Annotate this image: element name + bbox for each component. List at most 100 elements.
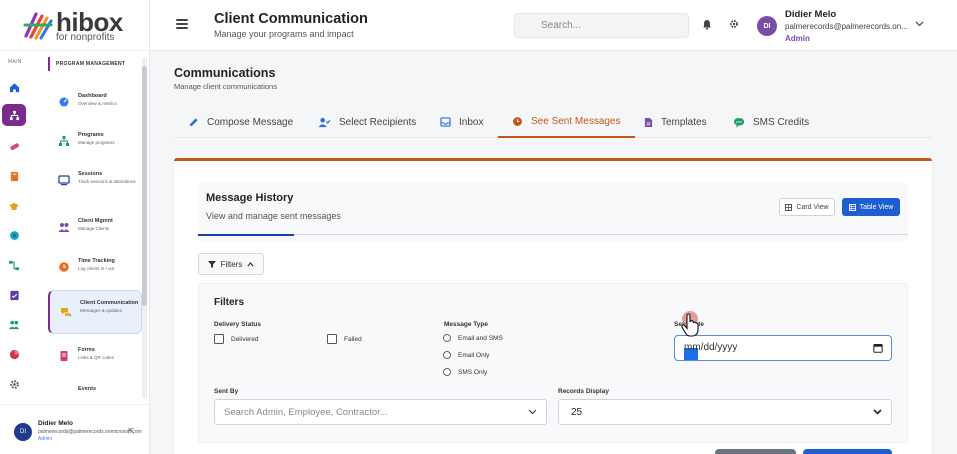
rail-flow-icon[interactable] [2, 254, 26, 276]
message-history-card: Message History View and manage sent mes… [174, 158, 932, 454]
table-icon [848, 203, 856, 211]
filters-toggle-label: Filters [220, 259, 243, 269]
filters-panel: Filters Delivery Status Delivered Failed… [198, 283, 908, 443]
filter-icon [207, 260, 216, 268]
tab-see-sent-messages[interactable]: See Sent Messages [498, 106, 635, 138]
submenu-item-label: Client Mgmnt [78, 218, 113, 224]
header-user-role: Admin [785, 34, 810, 43]
chevron-down-icon [528, 409, 537, 415]
radio-label: SMS Only [458, 368, 488, 376]
submenu-item-sessions[interactable]: Sessions Track sessions & attendance [48, 161, 142, 201]
rail-org-chart-icon[interactable] [2, 104, 26, 126]
submenu-item-client-mgmnt[interactable]: Client Mgmnt Manage Clients [48, 208, 142, 248]
chevron-down-icon [873, 409, 882, 415]
sent-by-select[interactable]: Search Admin, Employee, Contractor... [214, 399, 547, 425]
file-icon [644, 117, 653, 127]
chevron-down-icon[interactable] [915, 21, 924, 27]
checkbox-label: Delivered [231, 335, 259, 343]
submenu-item-desc: Links & QR codes [78, 355, 115, 360]
date-placeholder: mm/dd/yyyy [684, 342, 738, 353]
radio-label: Email Only [458, 351, 490, 359]
sent-date-input[interactable]: mm/dd/yyyy [674, 335, 892, 361]
rail-clipboard-icon[interactable] [2, 284, 26, 306]
form-icon [60, 351, 68, 361]
submenu-item-dashboard[interactable]: Dashboard Overview & metrics [48, 83, 142, 123]
bell-icon[interactable] [702, 19, 712, 30]
submenu-item-forms[interactable]: Forms Links & QR codes [48, 337, 142, 377]
card-view-button[interactable]: Card View [779, 198, 835, 216]
tab-inbox[interactable]: Inbox [426, 106, 497, 138]
tab-select-recipients[interactable]: Select Recipients [304, 106, 430, 138]
rail-people-icon[interactable] [2, 313, 26, 335]
message-type-label: Message Type [444, 321, 488, 328]
submenu-item-time-tracking[interactable]: Time Tracking Log clients in / out [48, 248, 142, 288]
submenu-item-label: Events [78, 386, 97, 392]
rail-home-icon[interactable] [2, 76, 26, 98]
section-subtitle: Manage client communications [174, 82, 277, 91]
submenu-item-desc: Messages & updates [80, 308, 123, 313]
logout-icon[interactable]: ⇱ [128, 427, 135, 436]
inbox-icon [440, 117, 451, 127]
rail-pill-icon[interactable] [2, 135, 26, 157]
radio-sms-only[interactable]: SMS Only [443, 368, 487, 376]
sidebar-user-card[interactable]: DI Didier Melo palmerecords@palmerecords… [0, 404, 150, 454]
delivered-checkbox[interactable]: Delivered [214, 334, 258, 344]
sidebar-user-name: Didier Melo [38, 420, 74, 427]
pencil-icon [189, 117, 198, 126]
tab-compose-message[interactable]: Compose Message [174, 106, 307, 138]
submenu-item-client-communication[interactable]: Client Communication Messages & updates [48, 290, 142, 334]
table-view-label: Table View [859, 203, 894, 211]
sidebar-scrollbar[interactable] [142, 58, 147, 398]
search-input[interactable]: Search... [514, 13, 689, 38]
submenu-item-desc: Overview & metrics [78, 101, 117, 106]
header-divider [198, 234, 908, 236]
communication-tabs: Compose Message Select Recipients Inbox … [174, 106, 932, 138]
sessions-icon [58, 175, 70, 186]
grid-icon [785, 203, 793, 211]
submenu-item-desc: Manage Clients [78, 226, 110, 231]
page-title: Client Communication [214, 11, 368, 27]
submenu-title: PROGRAM MANAGEMENT [48, 57, 125, 71]
tab-sms-credits[interactable]: SMS Credits [719, 106, 823, 138]
clients-icon [58, 223, 70, 232]
rail-globe-icon[interactable] [2, 224, 26, 246]
checkbox-label: Failed [344, 335, 362, 343]
sent-by-label: Sent By [214, 388, 239, 395]
scrollbar-thumb[interactable] [142, 66, 147, 306]
submenu-item-label: Time Tracking [78, 258, 115, 264]
submenu-item-programs[interactable]: Programs Manage programs [48, 122, 142, 162]
records-display-select[interactable]: 25 [558, 399, 892, 425]
submenu-item-events[interactable]: Events [48, 377, 142, 397]
menu-toggle-icon[interactable] [176, 19, 188, 29]
avatar[interactable]: DI [757, 16, 777, 36]
rail-book-icon[interactable] [2, 165, 26, 187]
card-view-label: Card View [796, 203, 829, 211]
tab-templates[interactable]: Templates [630, 106, 721, 138]
tab-label: Templates [661, 116, 707, 128]
avatar: DI [14, 423, 32, 441]
message-history-subtitle: View and manage sent messages [206, 211, 341, 221]
section-title: Communications [174, 66, 276, 80]
radio-email-and-sms[interactable]: Email and SMS [443, 334, 503, 342]
reset-filters-button[interactable] [715, 449, 796, 454]
filters-toggle-button[interactable]: Filters [198, 253, 264, 275]
failed-checkbox[interactable]: Failed [327, 334, 362, 344]
apply-filters-button[interactable] [803, 449, 892, 454]
rail-graduation-cap-icon[interactable] [2, 195, 26, 217]
filters-title: Filters [214, 297, 245, 308]
programs-icon [59, 136, 69, 146]
rail-label: MAIN [8, 59, 22, 65]
table-view-button[interactable]: Table View [842, 198, 900, 216]
rail-pie-chart-icon[interactable] [2, 343, 26, 365]
theme-toggle-icon[interactable] [729, 19, 739, 29]
sms-icon [734, 117, 744, 127]
rail-gear-icon[interactable] [2, 373, 26, 395]
radio-email-only[interactable]: Email Only [443, 351, 489, 359]
dashboard-icon [59, 97, 69, 107]
submenu-item-label: Forms [78, 347, 95, 353]
submenu-item-label: Client Communication [80, 300, 139, 306]
tab-label: Inbox [459, 116, 484, 128]
calendar-icon[interactable] [873, 343, 883, 353]
brand-logo[interactable]: hibox for nonprofits [22, 7, 132, 44]
brand-tagline: for nonprofits [56, 32, 115, 43]
